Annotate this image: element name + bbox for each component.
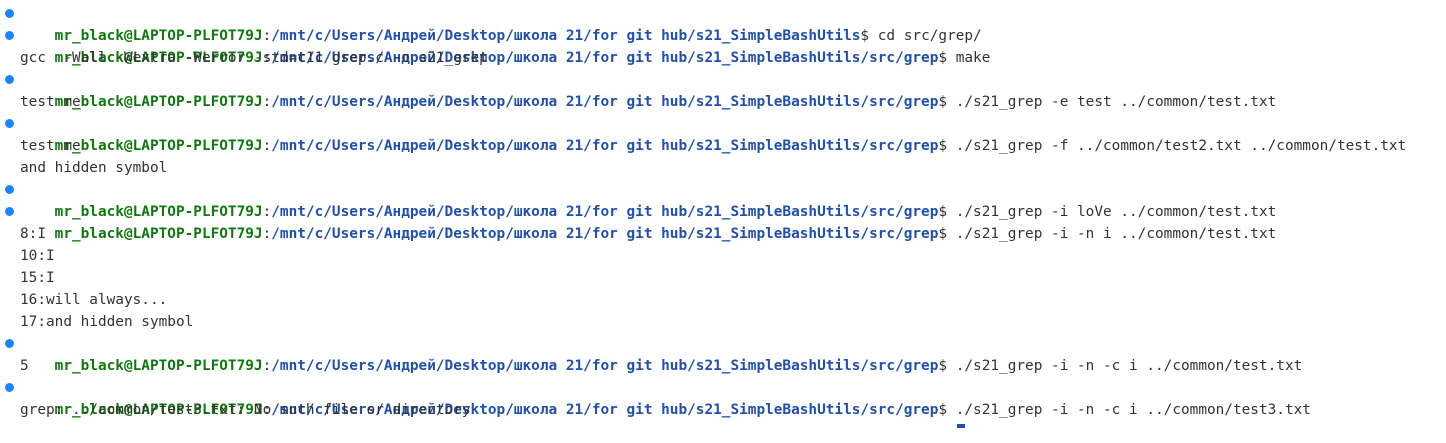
prompt-line: mr_black@LAPTOP-PLFOT79J:/mnt/c/Users/Ан… bbox=[0, 179, 1446, 220]
command-decoration-dot-icon[interactable] bbox=[5, 383, 14, 392]
command-decoration-dot-icon[interactable] bbox=[5, 119, 14, 128]
command-decoration-dot-icon[interactable] bbox=[5, 185, 14, 194]
prompt-line: mr_black@LAPTOP-PLFOT79J:/mnt/c/Users/Ан… bbox=[0, 377, 1446, 418]
output-line: 5 bbox=[20, 358, 29, 374]
output-line: gcc -Wall -Wextra -Werror -std=c11 grep.… bbox=[20, 50, 488, 66]
command-decoration-dot-icon[interactable] bbox=[5, 207, 14, 216]
terminal-output[interactable]: mr_black@LAPTOP-PLFOT79J:/mnt/c/Users/Ан… bbox=[0, 3, 1446, 428]
prompt-line: mr_black@LAPTOP-PLFOT79J:/mnt/c/Users/Ан… bbox=[0, 113, 1446, 154]
output-line: 17:and hidden symbol bbox=[20, 314, 194, 330]
command-decoration-dot-icon[interactable] bbox=[5, 75, 14, 84]
command-decoration-dot-icon[interactable] bbox=[5, 31, 14, 40]
prompt-line: mr_black@LAPTOP-PLFOT79J:/mnt/c/Users/Ан… bbox=[0, 201, 1446, 242]
output-line: 16:will always... bbox=[20, 292, 168, 308]
prompt-line: mr_black@LAPTOP-PLFOT79J:/mnt/c/Users/Ан… bbox=[0, 333, 1446, 374]
command-decoration-dot-icon[interactable] bbox=[5, 339, 14, 348]
output-line: test me bbox=[20, 94, 81, 110]
output-line: 8:I bbox=[20, 226, 46, 242]
output-line: 10:I bbox=[20, 248, 55, 264]
output-line: grep: ../common/test3.txt: No such file … bbox=[20, 402, 471, 418]
prompt-line: mr_black@LAPTOP-PLFOT79J:/mnt/c/Users/Ан… bbox=[0, 3, 1446, 44]
terminal-cursor bbox=[957, 424, 965, 428]
output-line: and hidden symbol bbox=[20, 160, 168, 176]
output-line: 15:I bbox=[20, 270, 55, 286]
output-line: test me bbox=[20, 138, 81, 154]
prompt-line: mr_black@LAPTOP-PLFOT79J:/mnt/c/Users/Ан… bbox=[0, 25, 1446, 66]
command-decoration-dot-icon[interactable] bbox=[5, 9, 14, 18]
prompt-line: mr_black@LAPTOP-PLFOT79J:/mnt/c/Users/Ан… bbox=[0, 69, 1446, 110]
